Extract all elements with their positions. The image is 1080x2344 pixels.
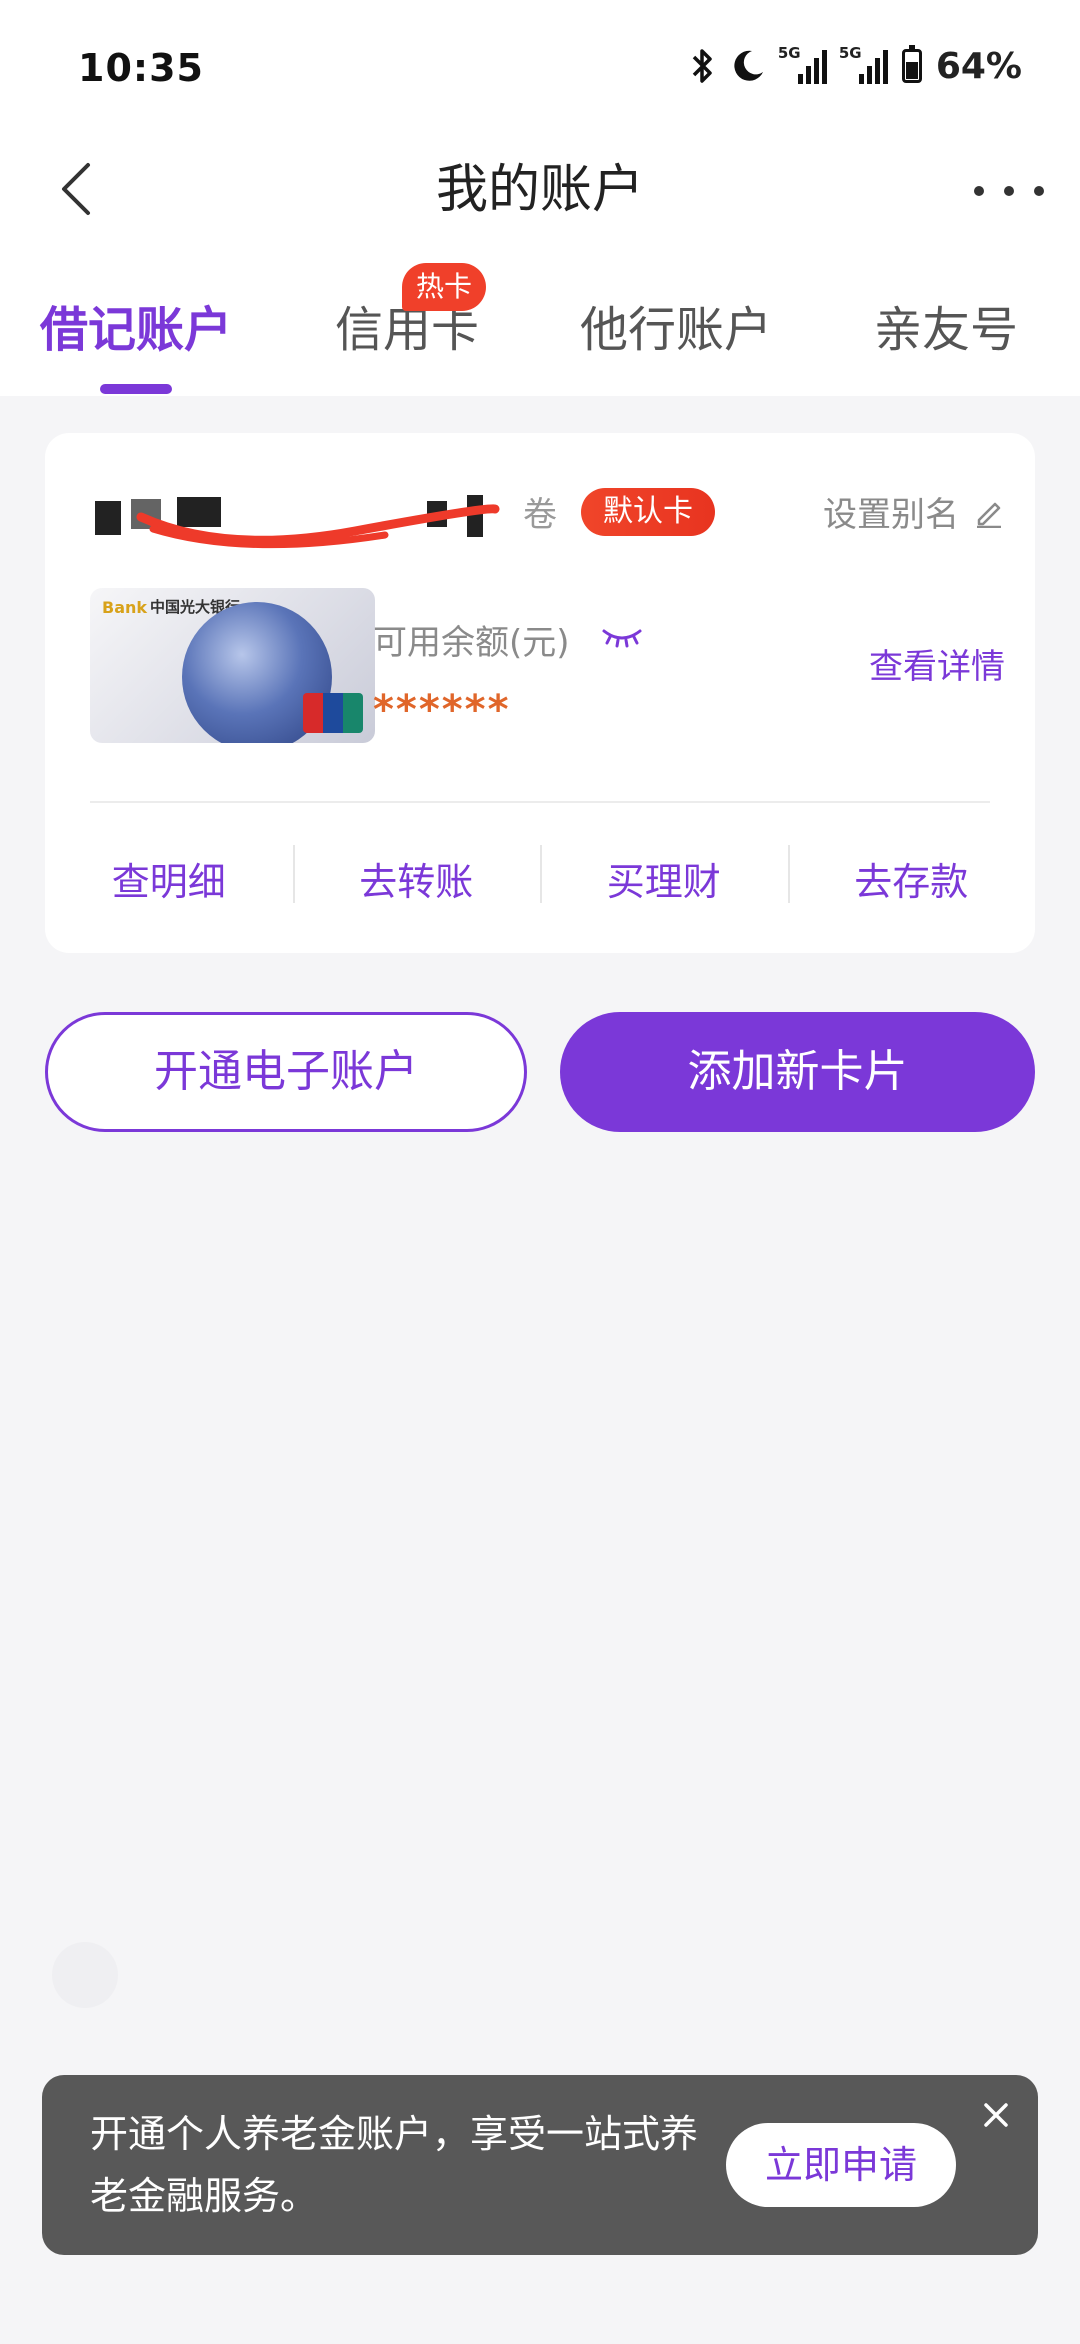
- set-alias-label: 设置别名: [823, 495, 959, 535]
- card-number-suffix: 卷: [523, 495, 557, 535]
- default-card-badge: 默认卡: [581, 488, 715, 536]
- debit-card-panel: 卷 默认卡 设置别名 Bank 中国光大银行 可用余额(元) ****** 查看…: [45, 433, 1035, 953]
- status-icons: 5G 5G 64%: [690, 44, 1022, 88]
- status-bar: 10:35 5G 5G 64%: [0, 0, 1080, 130]
- pencil-icon: [977, 502, 1001, 528]
- close-icon[interactable]: [976, 2095, 1016, 2135]
- hot-card-badge: 热卡: [402, 263, 487, 311]
- active-tab-indicator: [100, 384, 172, 394]
- open-e-account-button[interactable]: 开通电子账户: [45, 1012, 527, 1132]
- pension-promo-banner: 开通个人养老金账户，享受一站式养老金融服务。 立即申请: [42, 2075, 1038, 2255]
- eye-closed-icon[interactable]: [600, 623, 644, 649]
- buy-wealth-product-button[interactable]: 买理财: [540, 844, 788, 906]
- tab-debit-account[interactable]: 借记账户: [40, 290, 232, 360]
- tab-other-bank-account[interactable]: 他行账户: [580, 290, 772, 360]
- bluetooth-icon: [690, 44, 716, 88]
- more-options-button[interactable]: [974, 166, 1044, 216]
- navigation-bar: 我的账户: [0, 140, 1080, 240]
- bank-card-image: Bank 中国光大银行: [90, 588, 375, 743]
- do-not-disturb-moon-icon: [730, 44, 766, 88]
- more-dots-icon: [974, 186, 984, 196]
- account-tabs: 借记账户 信用卡 他行账户 亲友号: [0, 280, 1080, 394]
- floating-circle: [52, 1942, 118, 2008]
- pension-promo-text: 开通个人养老金账户，享受一站式养老金融服务。: [90, 2112, 699, 2218]
- view-transactions-button[interactable]: 查明细: [45, 851, 293, 906]
- signal-icon-1: 5G: [778, 44, 827, 84]
- tab-family-account[interactable]: 亲友号: [874, 290, 1018, 360]
- status-time: 10:35: [78, 46, 204, 90]
- add-new-card-button[interactable]: 添加新卡片: [560, 1012, 1035, 1132]
- view-details-link[interactable]: 查看详情: [869, 639, 1005, 688]
- bank-card-logo: Bank: [102, 598, 148, 617]
- card-action-row: 查明细 去转账 买理财 去存款: [45, 803, 1035, 953]
- battery-percent: 64%: [935, 45, 1022, 87]
- apply-now-button[interactable]: 立即申请: [726, 2123, 956, 2207]
- unionpay-logo-icon: [303, 693, 363, 733]
- page-title: 我的账户: [435, 160, 644, 220]
- signal-icon-2: 5G: [839, 44, 888, 84]
- balance-value: ******: [373, 687, 511, 733]
- balance-label: 可用余额(元): [373, 623, 570, 663]
- masked-card-number: [95, 491, 575, 549]
- set-alias-button[interactable]: 设置别名: [823, 487, 1005, 536]
- battery-icon: [901, 45, 922, 83]
- transfer-button[interactable]: 去转账: [292, 844, 541, 906]
- deposit-button[interactable]: 去存款: [787, 844, 1036, 906]
